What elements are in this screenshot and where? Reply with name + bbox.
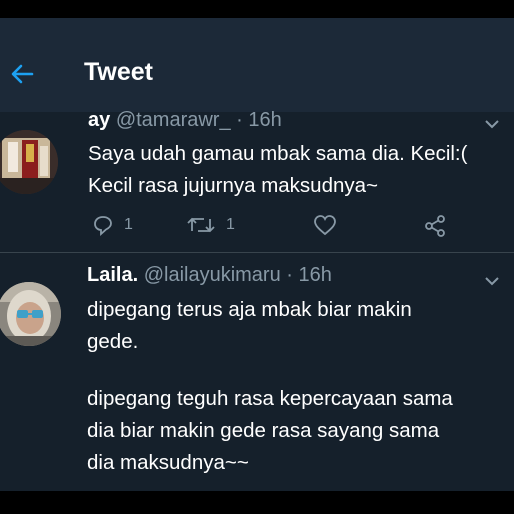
display-name[interactable]: Laila. bbox=[87, 264, 138, 286]
tweet-header: Laila. @lailayukimaru · 16h bbox=[87, 264, 332, 287]
tweet-text-line: dia biar makin gede rasa sayang sama bbox=[87, 419, 440, 442]
divider bbox=[0, 252, 514, 253]
share-icon bbox=[425, 215, 445, 237]
reply-count: 1 bbox=[124, 216, 133, 233]
retweet-icon bbox=[187, 217, 215, 233]
tweet-screen: Tweet ay @tamarawr_ · 16h Saya udah gama… bbox=[0, 18, 514, 491]
chevron-down-icon[interactable] bbox=[484, 276, 500, 286]
like-button[interactable] bbox=[313, 214, 337, 236]
chevron-down-icon[interactable] bbox=[484, 119, 500, 129]
tweet-text-line: dia maksudnya~~ bbox=[87, 451, 249, 474]
user-handle[interactable]: @lailayukimaru bbox=[144, 264, 281, 286]
reply-button[interactable]: 1 bbox=[92, 214, 133, 236]
retweet-button[interactable]: 1 bbox=[186, 214, 235, 236]
tweet-text-line: Saya udah gamau mbak sama dia. Kecil:( bbox=[88, 142, 468, 165]
tweet-text-line: dipegang terus aja mbak biar makin bbox=[87, 298, 412, 321]
share-button[interactable] bbox=[424, 215, 446, 237]
tweet-text-line: dipegang teguh rasa kepercayaan sama bbox=[87, 387, 453, 410]
reply-icon bbox=[94, 216, 112, 236]
tweet-header: ay @tamarawr_ · 16h bbox=[88, 109, 282, 132]
tweet-text-line: Kecil rasa jujurnya maksudnya~ bbox=[88, 174, 378, 197]
retweet-count: 1 bbox=[226, 216, 235, 233]
arrow-left-icon[interactable] bbox=[8, 60, 36, 88]
top-bar: Tweet bbox=[0, 18, 514, 112]
tweet-time: · 16h bbox=[236, 109, 282, 131]
display-name[interactable]: ay bbox=[88, 109, 110, 131]
tweet-time: · 16h bbox=[286, 264, 332, 286]
avatar[interactable] bbox=[0, 130, 58, 194]
user-handle[interactable]: @tamarawr_ bbox=[116, 109, 231, 131]
heart-icon bbox=[314, 215, 336, 236]
tweet-text-line: gede. bbox=[87, 330, 139, 353]
page-title: Tweet bbox=[84, 58, 153, 86]
avatar[interactable] bbox=[0, 282, 61, 346]
